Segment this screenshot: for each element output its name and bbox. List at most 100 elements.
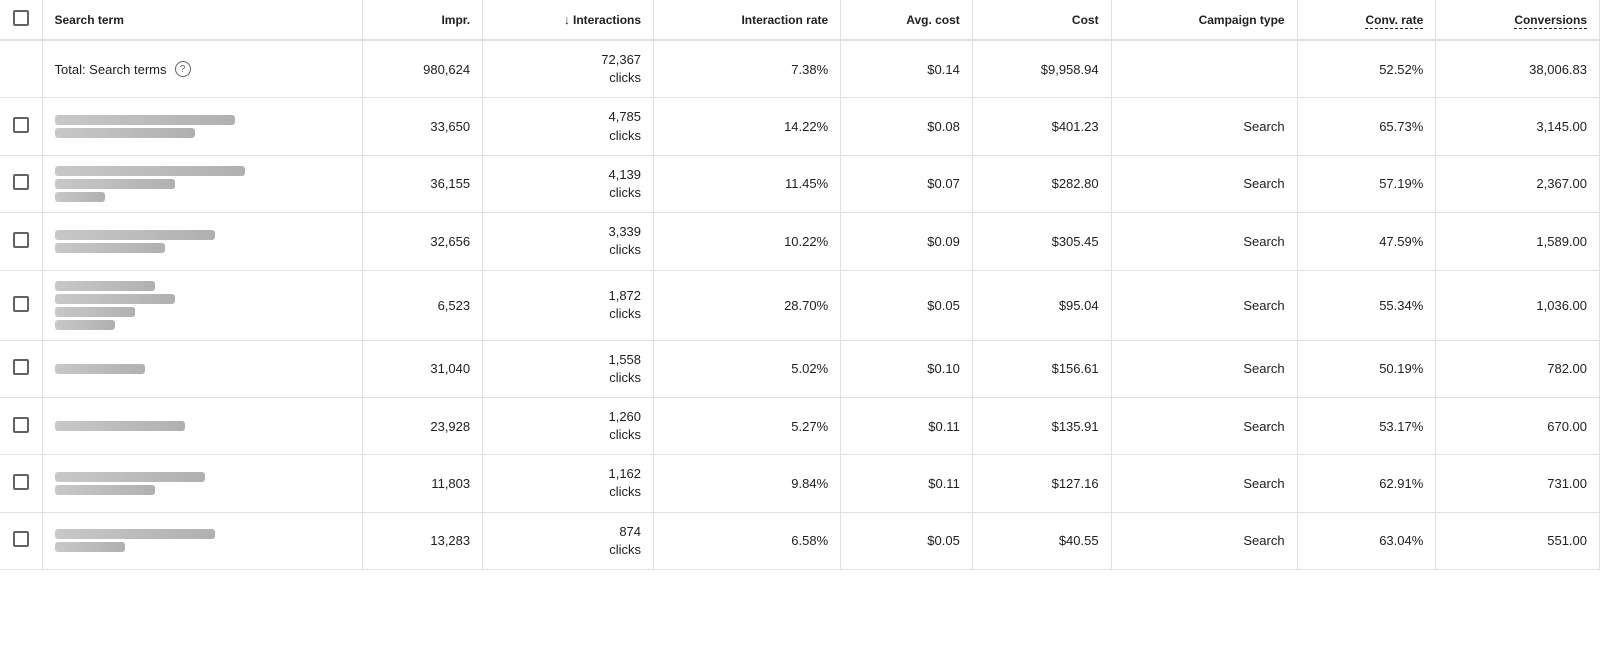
total-row-conversions: 38,006.83 [1436, 40, 1600, 98]
row-1-checkbox[interactable] [13, 117, 29, 133]
row-4-conversions: 1,036.00 [1436, 270, 1600, 340]
table-row: 23,9281,260clicks5.27%$0.11$135.91Search… [0, 397, 1600, 454]
row-2-checkbox[interactable] [13, 174, 29, 190]
total-interactions-cell: 72,367 clicks [495, 51, 641, 87]
row-5-cost: $156.61 [972, 340, 1111, 397]
row-3-conv-rate: 47.59% [1297, 213, 1436, 270]
total-row-avg-cost: $0.14 [841, 40, 973, 98]
row-2-blurred-line-1 [55, 179, 175, 189]
row-7-campaign-type: Search [1111, 455, 1297, 512]
row-7-cost: $127.16 [972, 455, 1111, 512]
row-6-blurred-line-0 [55, 421, 185, 431]
row-5-checkbox-cell [0, 340, 42, 397]
row-4-cost: $95.04 [972, 270, 1111, 340]
row-8-interactions: 874clicks [483, 512, 654, 569]
total-interactions-unit: clicks [495, 69, 641, 87]
row-5-checkbox[interactable] [13, 359, 29, 375]
col-header-avg-cost-label: Avg. cost [906, 13, 960, 27]
total-row-conv-rate: 52.52% [1297, 40, 1436, 98]
col-header-conversions[interactable]: Conversions [1436, 0, 1600, 40]
row-4-blurred-line-0 [55, 281, 155, 291]
row-2-avg-cost: $0.07 [841, 155, 973, 212]
col-header-campaign-type-label: Campaign type [1199, 13, 1285, 27]
row-5-interactions: 1,558clicks [483, 340, 654, 397]
row-8-search-term[interactable] [42, 512, 362, 569]
row-1-campaign-type: Search [1111, 98, 1297, 155]
row-1-checkbox-cell [0, 98, 42, 155]
table-row: 31,0401,558clicks5.02%$0.10$156.61Search… [0, 340, 1600, 397]
row-7-conversions: 731.00 [1436, 455, 1600, 512]
row-1-blurred-line-0 [55, 115, 235, 125]
row-4-avg-cost: $0.05 [841, 270, 973, 340]
row-4-interactions: 1,872clicks [483, 270, 654, 340]
row-5-search-term[interactable] [42, 340, 362, 397]
help-icon[interactable]: ? [175, 61, 191, 77]
row-3-interaction-rate: 10.22% [654, 213, 841, 270]
row-3-cost: $305.45 [972, 213, 1111, 270]
row-2-search-term[interactable] [42, 155, 362, 212]
row-6-search-term[interactable] [42, 397, 362, 454]
row-2-checkbox-cell [0, 155, 42, 212]
total-row-campaign-type [1111, 40, 1297, 98]
total-row: Total: Search terms ? 980,624 72,367 cli… [0, 40, 1600, 98]
row-8-conversions: 551.00 [1436, 512, 1600, 569]
row-6-interactions: 1,260clicks [483, 397, 654, 454]
col-header-interaction-rate: Interaction rate [654, 0, 841, 40]
total-label-container: Total: Search terms ? [55, 61, 350, 77]
row-2-interactions-num: 4,139 [495, 166, 641, 184]
row-4-interactions-unit: clicks [495, 305, 641, 323]
row-2-impr: 36,155 [362, 155, 483, 212]
row-5-conv-rate: 50.19% [1297, 340, 1436, 397]
row-6-campaign-type: Search [1111, 397, 1297, 454]
row-1-avg-cost: $0.08 [841, 98, 973, 155]
row-5-search-term-content [55, 364, 350, 374]
total-row-cost: $9,958.94 [972, 40, 1111, 98]
row-7-search-term[interactable] [42, 455, 362, 512]
row-2-interactions-cell: 4,139clicks [495, 166, 641, 202]
row-6-cost: $135.91 [972, 397, 1111, 454]
total-row-interaction-rate: 7.38% [654, 40, 841, 98]
col-header-search-term-label: Search term [55, 13, 124, 27]
col-header-search-term: Search term [42, 0, 362, 40]
row-6-conversions: 670.00 [1436, 397, 1600, 454]
row-8-interactions-unit: clicks [495, 541, 641, 559]
row-8-cost: $40.55 [972, 512, 1111, 569]
row-4-search-term[interactable] [42, 270, 362, 340]
col-header-impr: Impr. [362, 0, 483, 40]
row-6-checkbox[interactable] [13, 417, 29, 433]
row-5-interactions-unit: clicks [495, 369, 641, 387]
row-3-blurred-line-0 [55, 230, 215, 240]
col-header-conv-rate[interactable]: Conv. rate [1297, 0, 1436, 40]
col-header-avg-cost: Avg. cost [841, 0, 973, 40]
row-3-impr: 32,656 [362, 213, 483, 270]
row-6-search-term-content [55, 421, 350, 431]
row-8-search-term-content [55, 529, 350, 552]
sort-desc-icon: ↓ [564, 13, 570, 27]
row-3-search-term[interactable] [42, 213, 362, 270]
table-row: 6,5231,872clicks28.70%$0.05$95.04Search5… [0, 270, 1600, 340]
col-header-interactions[interactable]: ↓Interactions [483, 0, 654, 40]
col-header-cost-label: Cost [1072, 13, 1099, 27]
row-3-avg-cost: $0.09 [841, 213, 973, 270]
total-row-label: Total: Search terms [55, 62, 167, 77]
row-4-campaign-type: Search [1111, 270, 1297, 340]
total-row-impr: 980,624 [362, 40, 483, 98]
row-4-blurred-line-2 [55, 307, 135, 317]
row-4-checkbox[interactable] [13, 296, 29, 312]
row-7-blurred-line-1 [55, 485, 155, 495]
row-5-interactions-num: 1,558 [495, 351, 641, 369]
row-8-checkbox-cell [0, 512, 42, 569]
total-row-checkbox-cell [0, 40, 42, 98]
row-3-checkbox[interactable] [13, 232, 29, 248]
row-1-interaction-rate: 14.22% [654, 98, 841, 155]
select-all-checkbox[interactable] [13, 10, 29, 26]
row-6-impr: 23,928 [362, 397, 483, 454]
row-1-search-term[interactable] [42, 98, 362, 155]
row-7-interactions: 1,162clicks [483, 455, 654, 512]
row-7-checkbox[interactable] [13, 474, 29, 490]
row-8-blurred-line-1 [55, 542, 125, 552]
table-row: 13,283874clicks6.58%$0.05$40.55Search63.… [0, 512, 1600, 569]
row-8-blurred-line-0 [55, 529, 215, 539]
row-4-interactions-cell: 1,872clicks [495, 287, 641, 323]
row-8-checkbox[interactable] [13, 531, 29, 547]
